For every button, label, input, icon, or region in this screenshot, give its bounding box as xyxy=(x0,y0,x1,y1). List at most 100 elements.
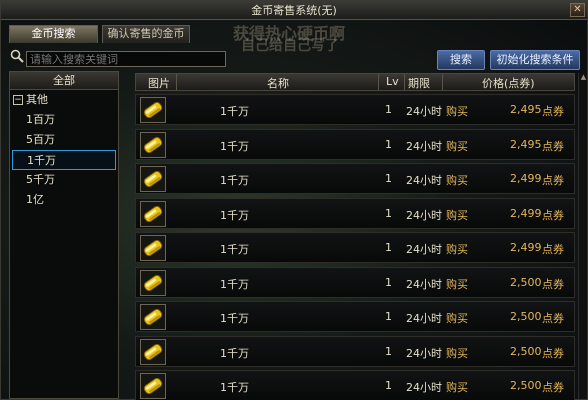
item-level: 1 xyxy=(385,137,392,151)
search-button[interactable]: 搜索 xyxy=(437,50,485,70)
price-unit: 点券 xyxy=(542,208,564,222)
price-unit: 点券 xyxy=(542,312,564,325)
item-name: 1千万 xyxy=(220,381,249,394)
column-header-name[interactable]: 名称 xyxy=(267,75,289,91)
scroll-up-icon[interactable]: ▲ xyxy=(579,73,588,82)
gold-coin-icon xyxy=(140,166,166,192)
category-all[interactable]: 全部 xyxy=(10,72,118,90)
gold-coin-icon xyxy=(140,131,166,158)
gold-coin-icon xyxy=(140,200,166,227)
item-period: 24小时 xyxy=(406,277,442,291)
item-period: 24小时 xyxy=(406,174,442,187)
item-period: 24小时 xyxy=(406,243,442,256)
item-period: 24小时 xyxy=(406,312,442,325)
category-item-50m[interactable]: 5千万 xyxy=(10,170,118,190)
item-name: 1千万 xyxy=(220,243,249,256)
item-level: 1 xyxy=(385,206,392,220)
table-row[interactable]: 1千万 1 24小时 购买 2,500 点券 xyxy=(135,301,575,332)
item-name: 1千万 xyxy=(220,174,249,187)
gold-coin-icon xyxy=(140,338,166,365)
item-level: 1 xyxy=(385,241,392,254)
item-name: 1千万 xyxy=(220,277,249,291)
item-price: 2,495 xyxy=(510,103,542,116)
item-level: 1 xyxy=(385,103,392,116)
item-level: 1 xyxy=(385,379,392,392)
buy-link[interactable]: 购买 xyxy=(446,138,468,154)
item-name: 1千万 xyxy=(220,139,249,153)
price-unit: 点券 xyxy=(542,139,564,153)
search-input[interactable] xyxy=(26,51,226,67)
item-name: 1千万 xyxy=(220,208,249,222)
collapse-icon[interactable]: − xyxy=(13,95,23,105)
tab-coin-search[interactable]: 金币搜索 xyxy=(9,25,98,43)
item-period: 24小时 xyxy=(406,105,442,118)
item-price: 2,499 xyxy=(510,206,542,220)
column-header-period[interactable]: 期限 xyxy=(408,75,430,91)
item-period: 24小时 xyxy=(406,208,442,222)
window-title: 金币寄售系统(无) xyxy=(1,1,587,20)
item-level: 1 xyxy=(385,310,392,323)
item-level: 1 xyxy=(385,344,392,358)
item-price: 2,500 xyxy=(510,344,542,358)
buy-link[interactable]: 购买 xyxy=(446,207,468,223)
table-row[interactable]: 1千万 1 24小时 购买 2,499 点券 xyxy=(135,163,575,194)
item-period: 24小时 xyxy=(406,381,442,394)
table-row[interactable]: 1千万 1 24小时 购买 2,500 点券 xyxy=(135,370,575,400)
item-price: 2,500 xyxy=(510,275,542,289)
price-unit: 点券 xyxy=(542,174,564,187)
category-group-other[interactable]: − 其他 xyxy=(10,90,118,110)
column-header-image[interactable]: 图片 xyxy=(148,75,170,91)
item-price: 2,499 xyxy=(510,241,542,254)
buy-link[interactable]: 购买 xyxy=(446,345,468,361)
item-name: 1千万 xyxy=(220,312,249,325)
search-icon xyxy=(10,49,24,63)
category-item-1m[interactable]: 1百万 xyxy=(10,110,118,130)
gold-coin-icon xyxy=(140,235,166,261)
price-unit: 点券 xyxy=(542,105,564,118)
table-row[interactable]: 1千万 1 24小时 购买 2,499 点券 xyxy=(135,232,575,263)
item-level: 1 xyxy=(385,172,392,185)
price-unit: 点券 xyxy=(542,243,564,256)
gold-coin-icon xyxy=(140,269,166,296)
item-name: 1千万 xyxy=(220,346,249,360)
table-scrollbar[interactable]: ▲ xyxy=(578,73,587,399)
item-name: 1千万 xyxy=(220,105,249,118)
tab-confirm-consigned[interactable]: 确认寄售的金币 xyxy=(102,25,190,43)
category-item-100m[interactable]: 1亿 xyxy=(10,190,118,210)
buy-link[interactable]: 购买 xyxy=(446,241,468,257)
category-item-5m[interactable]: 5百万 xyxy=(10,130,118,150)
table-row[interactable]: 1千万 1 24小时 购买 2,499 点券 xyxy=(135,197,575,229)
buy-link[interactable]: 购买 xyxy=(446,276,468,292)
listing-table: 图片 名称 Lv 期限 价格(点券) 1千万 1 24小时 购买 2,495 点券 1千万 1… xyxy=(135,73,575,400)
table-row[interactable]: 1千万 1 24小时 购买 2,495 点券 xyxy=(135,94,575,125)
buy-link[interactable]: 购买 xyxy=(446,310,468,326)
item-price: 2,500 xyxy=(510,379,542,392)
background-decor-text: 自己给自己写了 xyxy=(241,38,339,54)
item-period: 24小时 xyxy=(406,346,442,360)
table-row[interactable]: 1千万 1 24小时 购买 2,500 点券 xyxy=(135,266,575,298)
item-price: 2,500 xyxy=(510,310,542,323)
price-unit: 点券 xyxy=(542,277,564,291)
table-row[interactable]: 1千万 1 24小时 购买 2,495 点券 xyxy=(135,128,575,160)
item-price: 2,495 xyxy=(510,137,542,151)
table-header: 图片 名称 Lv 期限 价格(点券) xyxy=(135,73,575,91)
reset-search-button[interactable]: 初始化搜索条件 xyxy=(490,50,580,70)
table-row[interactable]: 1千万 1 24小时 购买 2,500 点券 xyxy=(135,335,575,367)
gold-coin-icon xyxy=(140,97,166,123)
coin-consignment-window: 金币寄售系统(无) ✕ 获得热心硬币啊 自己给自己写了 金币搜索 确认寄售的金币… xyxy=(0,0,588,400)
close-button[interactable]: ✕ xyxy=(570,3,585,17)
column-header-price[interactable]: 价格(点券) xyxy=(482,75,535,91)
category-group-label: 其他 xyxy=(26,93,48,106)
buy-link[interactable]: 购买 xyxy=(446,172,468,188)
buy-link[interactable]: 购买 xyxy=(446,103,468,119)
close-icon: ✕ xyxy=(573,4,582,15)
column-header-level[interactable]: Lv xyxy=(386,75,399,88)
gold-coin-icon xyxy=(140,304,166,330)
item-price: 2,499 xyxy=(510,172,542,185)
price-unit: 点券 xyxy=(542,381,564,394)
buy-link[interactable]: 购买 xyxy=(446,379,468,395)
category-item-10m[interactable]: 1千万 xyxy=(12,150,116,170)
gold-coin-icon xyxy=(140,373,166,399)
item-period: 24小时 xyxy=(406,139,442,153)
item-level: 1 xyxy=(385,275,392,289)
